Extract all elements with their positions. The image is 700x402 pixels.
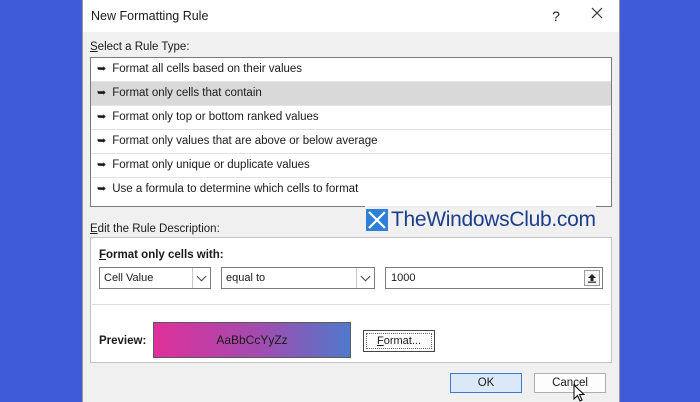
- close-icon[interactable]: [585, 6, 609, 26]
- rule-type-item-formula[interactable]: ➥ Use a formula to determine which cells…: [91, 178, 611, 202]
- arrow-icon: ➥: [97, 111, 107, 123]
- title-bar: New Formatting Rule ?: [83, 0, 619, 32]
- watermark-text: TheWindowsClub.com: [391, 208, 596, 231]
- format-only-cells-with-heading: Format only cells with:: [99, 249, 224, 261]
- new-formatting-rule-dialog: New Formatting Rule ? Select a Rule Type…: [82, 0, 620, 402]
- mouse-cursor-icon: [573, 384, 585, 402]
- arrow-icon: ➥: [97, 87, 107, 99]
- chevron-down-icon[interactable]: [192, 268, 210, 288]
- rule-description-panel: Format only cells with: Cell Value equal…: [90, 237, 612, 363]
- format-button[interactable]: Format...: [363, 330, 435, 352]
- rule-type-item-unique-duplicate[interactable]: ➥ Format only unique or duplicate values: [91, 154, 611, 178]
- arrow-icon: ➥: [97, 135, 107, 147]
- arrow-icon: ➥: [97, 63, 107, 75]
- windows-logo-icon: [366, 209, 388, 231]
- rule-type-item-cells-that-contain[interactable]: ➥ Format only cells that contain: [91, 82, 611, 106]
- rule-type-item-above-below-average[interactable]: ➥ Format only values that are above or b…: [91, 130, 611, 154]
- site-watermark: TheWindowsClub.com: [365, 206, 596, 234]
- preview-text: AaBbCcYyZz: [216, 333, 288, 347]
- rule-type-label: Select a Rule Type:: [90, 41, 190, 53]
- dialog-title: New Formatting Rule: [91, 9, 209, 23]
- ok-button[interactable]: OK: [450, 373, 522, 393]
- arrow-icon: ➥: [97, 183, 107, 195]
- preview-label: Preview:: [99, 335, 147, 347]
- divider: [92, 304, 610, 305]
- operator-select[interactable]: equal to: [221, 267, 375, 289]
- chevron-down-icon[interactable]: [356, 268, 374, 288]
- rule-type-list[interactable]: ➥ Format all cells based on their values…: [90, 57, 612, 207]
- rule-type-item-top-bottom[interactable]: ➥ Format only top or bottom ranked value…: [91, 106, 611, 130]
- rule-description-label: Edit the Rule Description:: [90, 223, 220, 235]
- collapse-dialog-icon[interactable]: [584, 270, 600, 286]
- rule-type-item-all-cells[interactable]: ➥ Format all cells based on their values: [91, 58, 611, 82]
- cancel-button[interactable]: Cancel: [534, 373, 606, 393]
- condition-field-select[interactable]: Cell Value: [99, 267, 211, 289]
- preview-swatch: AaBbCcYyZz: [153, 322, 351, 358]
- value-input[interactable]: 1000: [385, 267, 603, 289]
- arrow-icon: ➥: [97, 159, 107, 171]
- help-icon[interactable]: ?: [547, 6, 565, 26]
